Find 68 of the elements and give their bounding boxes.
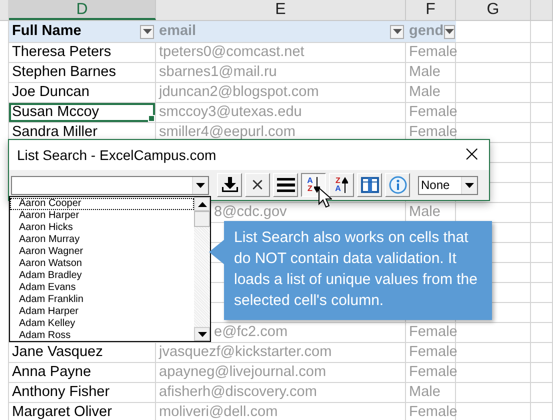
gender-cell: Female (406, 103, 456, 123)
search-combo-box[interactable] (11, 176, 209, 194)
email-cell: afisherh@discovery.com (156, 383, 406, 403)
dropdown-arrow-icon (392, 29, 402, 34)
list-item[interactable]: Aaron Murray (10, 234, 194, 246)
gender-cell: Female (406, 403, 456, 420)
toolbar-button[interactable] (273, 173, 298, 197)
header-label: gend (409, 22, 444, 41)
email-cell: tpeters0@comcast.net (156, 43, 406, 63)
dropdown-arrow-icon (444, 29, 454, 34)
gender-cell: Female (406, 43, 456, 63)
gender-cell: Female (406, 363, 456, 383)
down-arrow-icon (198, 332, 206, 336)
filter-button[interactable] (140, 24, 154, 38)
name-cell: Stephen Barnes (9, 63, 156, 83)
callout-text: List Search also works on cells that do NOT contain data validation. It loads a list of unique values from the selected cell's column. (234, 228, 478, 311)
email-cell: apayneg@livejournal.com (156, 363, 406, 383)
up-arrow-icon (198, 202, 206, 206)
email-cell: jvasquezf@kickstarter.com (156, 343, 406, 363)
lines-icon (276, 178, 294, 192)
email-cell: jduncan2@blogspot.com (156, 83, 406, 103)
down-arrow-icon (314, 177, 320, 193)
sort-dropdown[interactable]: None (418, 176, 478, 194)
gender-cell: Female (406, 343, 456, 363)
scroll-thumb[interactable] (194, 211, 210, 227)
column-header[interactable]: F (406, 0, 456, 20)
dropdown-arrow-icon (196, 182, 205, 188)
scrollbar[interactable] (194, 197, 210, 341)
name-cell: Jane Vasquez (9, 343, 156, 363)
list-item[interactable]: Aaron Wagner (10, 246, 194, 258)
email-cell: smccoy3@utexas.edu (156, 103, 406, 123)
gender-cell: Male (406, 63, 456, 83)
gender-cell: Female (406, 323, 456, 343)
column-header[interactable]: D (9, 0, 156, 20)
dropdown-arrow-icon (465, 182, 474, 188)
dialog-title: List Search - ExcelCampus.com (17, 147, 216, 163)
name-cell: Joe Duncan (9, 83, 156, 103)
info-icon (388, 176, 406, 194)
list-item[interactable]: Adam Franklin (10, 294, 194, 306)
column-header[interactable]: E (156, 0, 406, 20)
gender-cell: Male (406, 383, 456, 403)
list-item[interactable]: Aaron Hicks (10, 222, 194, 234)
list-item[interactable]: Aaron Watson (10, 258, 194, 270)
filter-button[interactable] (444, 24, 455, 38)
gender-cell: Male (406, 83, 456, 103)
header-label: Full Name (12, 22, 82, 41)
toolbar-button[interactable]: Z A (329, 173, 354, 197)
dropdown-arrow-icon (142, 29, 152, 34)
list-item[interactable]: Adam Harper (10, 306, 194, 318)
name-cell: Margaret Oliver (9, 403, 156, 420)
toolbar-button[interactable]: × (245, 173, 270, 197)
column-header[interactable]: G (456, 0, 531, 20)
filter-button[interactable] (390, 24, 404, 38)
email-cell: sbarnes1@mail.ru (156, 63, 406, 83)
toolbar-button[interactable] (217, 173, 242, 197)
up-arrow-icon (342, 177, 348, 193)
columns-icon (360, 177, 378, 193)
list-item[interactable]: Adam Evans (10, 282, 194, 294)
name-cell: Theresa Peters (9, 43, 156, 63)
header-label: email (159, 22, 196, 41)
close-button[interactable]: × (454, 143, 489, 167)
list-item[interactable]: Adam Bradley (10, 270, 194, 282)
email-cell: moliveri@dell.com (156, 403, 406, 420)
toolbar-button[interactable] (357, 173, 382, 197)
name-cell: Anthony Fisher (9, 383, 156, 403)
download-icon (220, 177, 238, 193)
name-cell: Anna Payne (9, 363, 156, 383)
name-cell: Susan Mccoy (9, 103, 156, 123)
